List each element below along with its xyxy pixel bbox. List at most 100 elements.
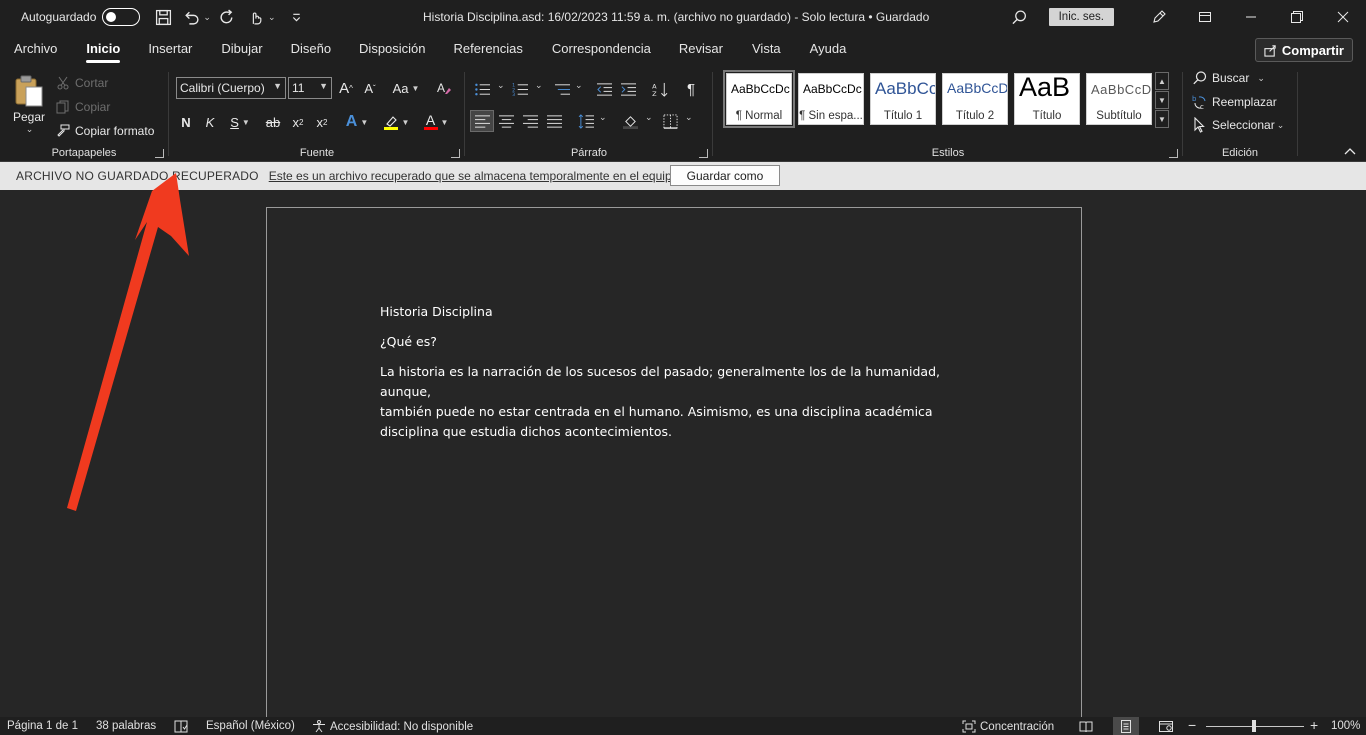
restore-icon[interactable] bbox=[1274, 0, 1320, 34]
undo-icon[interactable] bbox=[180, 6, 202, 28]
close-icon[interactable] bbox=[1320, 0, 1366, 34]
collapse-ribbon-icon[interactable] bbox=[1344, 146, 1356, 156]
superscript-button[interactable]: x2 bbox=[312, 112, 332, 132]
clear-formatting-button[interactable]: A bbox=[434, 78, 454, 98]
cut-button[interactable]: Cortar bbox=[56, 76, 108, 90]
align-right-icon[interactable] bbox=[518, 110, 542, 132]
tab-diseno[interactable]: Diseño bbox=[291, 34, 331, 66]
show-formatting-marks-button[interactable]: ¶ bbox=[680, 78, 702, 100]
undo-dropdown-icon[interactable]: ⌄ bbox=[203, 12, 211, 23]
clipboard-launcher-icon[interactable] bbox=[155, 149, 164, 158]
proofing-icon[interactable] bbox=[174, 720, 192, 733]
chevron-down-icon[interactable]: ⌄ bbox=[575, 80, 583, 91]
select-button[interactable]: Seleccionar ⌄ bbox=[1192, 117, 1284, 133]
tab-correspondencia[interactable]: Correspondencia bbox=[552, 34, 651, 66]
toggle-switch[interactable] bbox=[102, 8, 141, 26]
replace-button[interactable]: bc Reemplazar bbox=[1192, 94, 1277, 110]
align-left-icon[interactable] bbox=[470, 110, 494, 132]
numbering-icon[interactable]: 123 bbox=[508, 78, 532, 100]
bold-button[interactable]: N bbox=[176, 112, 196, 132]
zoom-level[interactable]: 100% bbox=[1331, 720, 1360, 732]
print-layout-icon[interactable] bbox=[1113, 717, 1139, 735]
zoom-in-icon[interactable]: + bbox=[1310, 717, 1318, 733]
change-case-button[interactable]: Aa ▼ bbox=[390, 78, 422, 98]
read-mode-icon[interactable] bbox=[1073, 717, 1099, 735]
find-button[interactable]: Buscar ⌄ bbox=[1192, 70, 1265, 86]
tab-dibujar[interactable]: Dibujar bbox=[221, 34, 262, 66]
shading-icon[interactable] bbox=[618, 110, 642, 132]
copy-button[interactable]: Copiar bbox=[56, 100, 110, 114]
font-launcher-icon[interactable] bbox=[451, 149, 460, 158]
style-heading-1[interactable]: AaBbCc Título 1 bbox=[870, 73, 936, 125]
font-color-button[interactable]: A ▼ bbox=[420, 112, 452, 132]
tab-inicio[interactable]: Inicio bbox=[86, 34, 120, 66]
tab-referencias[interactable]: Referencias bbox=[454, 34, 523, 66]
styles-scroll-down-icon[interactable]: ▼ bbox=[1155, 91, 1169, 109]
paste-button[interactable]: Pegar ⌄ bbox=[10, 74, 48, 135]
share-button[interactable]: Compartir bbox=[1254, 38, 1353, 62]
minimize-icon[interactable] bbox=[1228, 0, 1274, 34]
autosave-toggle[interactable]: Autoguardado bbox=[21, 8, 141, 26]
save-as-button[interactable]: Guardar como bbox=[670, 165, 780, 186]
style-subtitle[interactable]: AaBbCcD Subtítulo bbox=[1086, 73, 1152, 125]
customize-toolbar-icon[interactable] bbox=[286, 6, 308, 28]
touch-dropdown-icon[interactable]: ⌄ bbox=[268, 12, 276, 23]
align-center-icon[interactable] bbox=[494, 110, 518, 132]
grow-font-button[interactable]: A ^ bbox=[336, 78, 356, 98]
document-page[interactable]: Historia Disciplina ¿Qué es? La historia… bbox=[266, 207, 1082, 727]
language-indicator[interactable]: Español (México) bbox=[206, 720, 295, 732]
save-icon[interactable] bbox=[152, 6, 174, 28]
font-name-combo[interactable]: Calibri (Cuerpo) ▼ bbox=[176, 77, 286, 99]
zoom-slider-thumb[interactable] bbox=[1252, 720, 1256, 732]
accessibility-status[interactable]: Accesibilidad: No disponible bbox=[312, 720, 473, 733]
italic-button[interactable]: K bbox=[200, 112, 220, 132]
format-painter-button[interactable]: Copiar formato bbox=[56, 124, 154, 138]
decrease-indent-icon[interactable] bbox=[592, 78, 616, 100]
style-no-spacing[interactable]: AaBbCcDc ¶ Sin espa... bbox=[798, 73, 864, 125]
borders-icon[interactable] bbox=[658, 110, 682, 132]
style-title[interactable]: AaB Título bbox=[1014, 73, 1080, 125]
tab-insertar[interactable]: Insertar bbox=[148, 34, 192, 66]
message-text-link[interactable]: Este es un archivo recuperado que se alm… bbox=[269, 169, 682, 183]
shrink-font-button[interactable]: Aˇ bbox=[360, 78, 380, 98]
justify-icon[interactable] bbox=[542, 110, 566, 132]
tab-ayuda[interactable]: Ayuda bbox=[810, 34, 847, 66]
style-normal[interactable]: AaBbCcDc ¶ Normal bbox=[723, 70, 795, 128]
strikethrough-button[interactable]: ab bbox=[262, 112, 284, 132]
chevron-down-icon[interactable]: ⌄ bbox=[535, 80, 543, 91]
document-title[interactable]: Historia Disciplina.asd: 16/02/2023 11:5… bbox=[423, 10, 929, 24]
search-icon[interactable] bbox=[1009, 6, 1031, 28]
tab-disposicion[interactable]: Disposición bbox=[359, 34, 425, 66]
zoom-out-icon[interactable]: − bbox=[1188, 717, 1196, 733]
page-count[interactable]: Página 1 de 1 bbox=[7, 720, 78, 732]
tab-revisar[interactable]: Revisar bbox=[679, 34, 723, 66]
chevron-down-icon[interactable]: ⌄ bbox=[497, 80, 505, 91]
chevron-down-icon[interactable]: ⌄ bbox=[645, 112, 653, 123]
chevron-down-icon[interactable]: ⌄ bbox=[599, 112, 607, 123]
subscript-button[interactable]: x2 bbox=[288, 112, 308, 132]
redo-icon[interactable] bbox=[217, 6, 239, 28]
underline-button[interactable]: S ▼ bbox=[226, 112, 254, 132]
font-size-combo[interactable]: 11 ▼ bbox=[288, 77, 332, 99]
sign-in-button[interactable]: Inic. ses. bbox=[1048, 8, 1114, 26]
highlight-button[interactable]: ▼ bbox=[380, 112, 412, 132]
multilevel-list-icon[interactable] bbox=[550, 78, 574, 100]
style-heading-2[interactable]: AaBbCcD Título 2 bbox=[942, 73, 1008, 125]
bullets-icon[interactable] bbox=[470, 78, 494, 100]
word-count[interactable]: 38 palabras bbox=[96, 720, 156, 732]
styles-scroll-up-icon[interactable]: ▲ bbox=[1155, 72, 1169, 90]
document-body[interactable]: Historia Disciplina ¿Qué es? La historia… bbox=[380, 302, 970, 442]
line-spacing-icon[interactable] bbox=[574, 110, 598, 132]
styles-more-icon[interactable]: ▼ bbox=[1155, 110, 1169, 128]
pen-icon[interactable] bbox=[1136, 0, 1182, 34]
touch-mode-icon[interactable] bbox=[245, 6, 267, 28]
web-layout-icon[interactable] bbox=[1153, 717, 1179, 735]
styles-launcher-icon[interactable] bbox=[1169, 149, 1178, 158]
paragraph-launcher-icon[interactable] bbox=[699, 149, 708, 158]
increase-indent-icon[interactable] bbox=[616, 78, 640, 100]
ribbon-display-icon[interactable] bbox=[1182, 0, 1228, 34]
sort-icon[interactable]: AZ bbox=[648, 78, 672, 100]
chevron-down-icon[interactable]: ⌄ bbox=[685, 112, 693, 123]
tab-archivo[interactable]: Archivo bbox=[14, 34, 57, 66]
text-effects-button[interactable]: A ▼ bbox=[342, 112, 372, 132]
